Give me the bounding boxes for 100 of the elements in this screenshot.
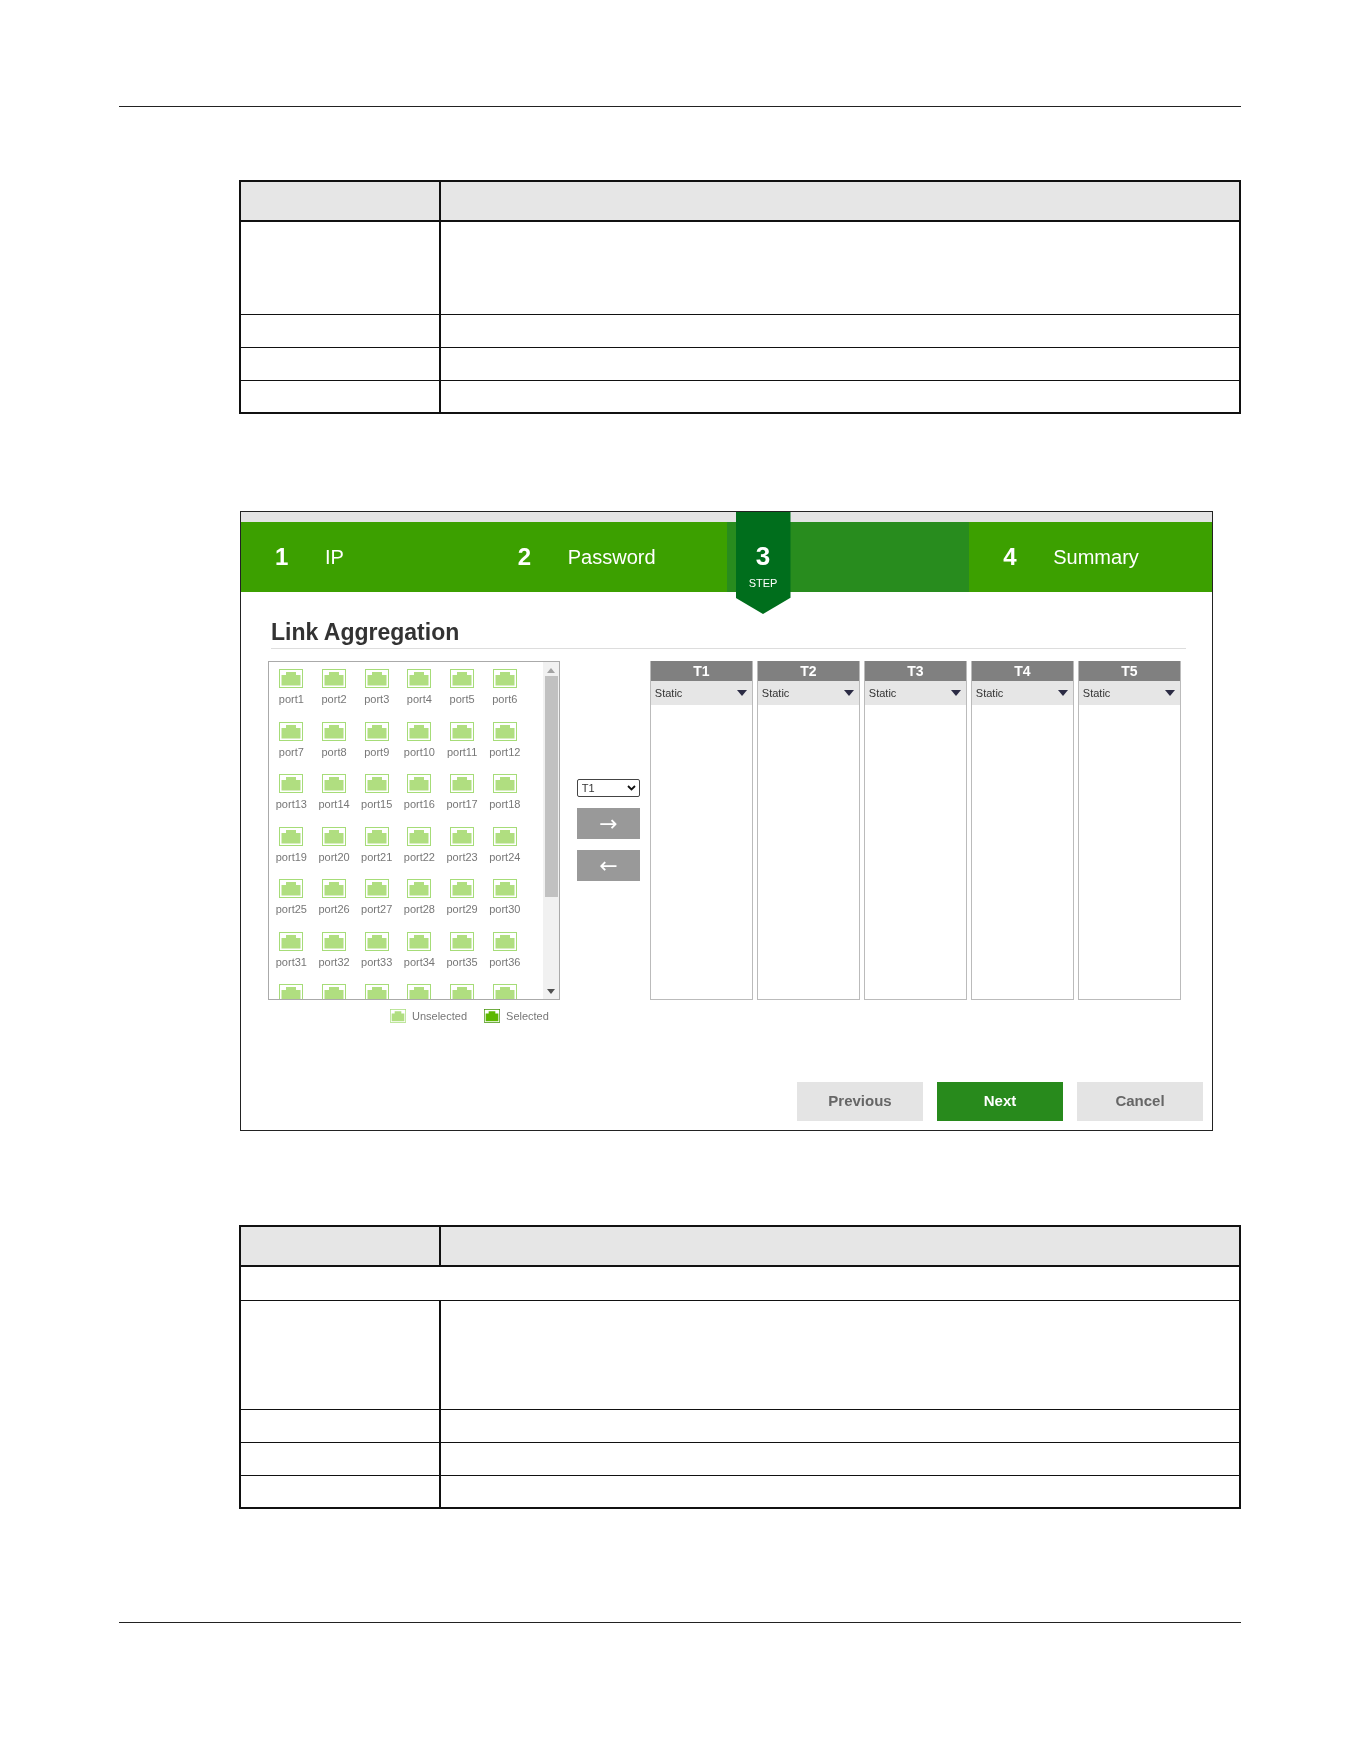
port-icon	[279, 879, 304, 898]
port-icon	[407, 984, 432, 999]
trunk-select[interactable]: T1	[576, 779, 640, 797]
port-item[interactable]: port11	[446, 721, 478, 759]
port-icon	[492, 826, 517, 846]
port-item[interactable]: port25	[275, 879, 307, 916]
step-label: IP	[325, 545, 344, 570]
port-item[interactable]: port4	[406, 669, 432, 706]
port-item[interactable]: port7	[278, 721, 304, 759]
port-icon	[407, 721, 432, 741]
trunk-header: T4	[971, 661, 1073, 681]
port-item[interactable]: port29	[446, 879, 478, 916]
legend-label: Selected	[506, 1009, 549, 1024]
port-item[interactable]: port26	[318, 879, 350, 916]
port-icon	[450, 879, 475, 898]
previous-button[interactable]: Previous	[797, 1082, 923, 1121]
port-item[interactable]: port15	[361, 774, 393, 811]
port-icon	[407, 669, 432, 688]
port-icon	[484, 1009, 501, 1024]
step-caption: STEP	[748, 577, 778, 590]
port-item[interactable]: port10	[403, 721, 435, 759]
caret-down-icon	[1057, 690, 1068, 696]
section-title: Link Aggregation	[271, 619, 460, 645]
port-item[interactable]: port32	[318, 931, 350, 969]
port-item[interactable]: port21	[361, 826, 393, 864]
port-item[interactable]: port9	[364, 721, 390, 759]
mode-dropdown[interactable]: Static	[971, 681, 1073, 705]
scroll-down-icon[interactable]	[547, 989, 555, 994]
port-item[interactable]: port16	[403, 774, 435, 811]
port-item[interactable]: port19	[275, 826, 307, 864]
port-item[interactable]: port8	[321, 721, 347, 759]
port-item[interactable]: port1	[278, 669, 304, 706]
port-item[interactable]: port27	[361, 879, 393, 916]
trunk-header: T3	[864, 661, 966, 681]
port-icon	[364, 931, 389, 951]
chevron-down-icon	[626, 785, 636, 791]
move-right-button[interactable]: →	[576, 808, 640, 839]
port-item[interactable]: port22	[403, 826, 435, 864]
port-icon	[364, 826, 389, 846]
trunk-header: T5	[1078, 661, 1180, 681]
port-item[interactable]: port14	[318, 774, 350, 811]
port-icon	[450, 721, 475, 741]
port-icon	[492, 669, 517, 688]
port-icon	[279, 931, 304, 951]
port-item[interactable]: port35	[446, 931, 478, 969]
mode-dropdown[interactable]: Static	[650, 681, 752, 705]
port-icon	[279, 721, 304, 741]
port-icon	[450, 669, 475, 688]
port-icon	[450, 984, 475, 999]
port-item[interactable]: port20	[318, 826, 350, 864]
port-icon	[364, 879, 389, 898]
port-item[interactable]: port17	[446, 774, 478, 811]
port-icon	[492, 879, 517, 898]
port-icon	[492, 721, 517, 741]
port-icon	[450, 774, 475, 793]
mode-dropdown[interactable]: Static	[1078, 681, 1180, 705]
port-item[interactable]: port34	[403, 931, 435, 969]
port-item[interactable]: port23	[446, 826, 478, 864]
port-item[interactable]: port33	[361, 931, 393, 969]
port-icon	[279, 984, 304, 999]
port-icon	[492, 984, 517, 999]
port-icon	[364, 774, 389, 793]
step-number: 4	[1003, 542, 1018, 572]
trunk-header: T1	[650, 661, 752, 681]
scrollbar-track[interactable]	[543, 662, 559, 999]
port-item[interactable]: port18	[489, 774, 521, 811]
port-item[interactable]: port28	[403, 879, 435, 916]
port-item[interactable]: port12	[489, 721, 521, 759]
port-icon	[407, 879, 432, 898]
caret-down-icon	[950, 690, 961, 696]
port-item[interactable]: port24	[489, 826, 521, 864]
trunk-header: T2	[757, 661, 859, 681]
step-number: 1	[275, 542, 290, 572]
port-icon	[279, 774, 304, 793]
caret-down-icon	[843, 690, 854, 696]
port-item[interactable]: port6	[492, 669, 518, 706]
move-left-button[interactable]: ←	[576, 850, 640, 881]
port-item[interactable]: port3	[364, 669, 390, 706]
step-number: 2	[517, 542, 533, 572]
port-icon	[364, 669, 389, 688]
next-button[interactable]: Next	[937, 1082, 1063, 1121]
cancel-button[interactable]: Cancel	[1077, 1082, 1203, 1121]
port-icon	[322, 669, 346, 688]
port-icon	[322, 721, 346, 741]
port-icon	[322, 984, 347, 999]
scrollbar-thumb[interactable]	[544, 676, 558, 897]
port-item[interactable]: port31	[275, 931, 307, 969]
port-icon	[407, 931, 432, 951]
port-item[interactable]: port5	[449, 669, 475, 706]
port-item[interactable]: port13	[275, 774, 307, 811]
mode-dropdown[interactable]: Static	[864, 681, 966, 705]
port-icon	[322, 879, 346, 898]
port-icon	[279, 826, 304, 846]
port-item[interactable]: port30	[489, 879, 521, 916]
port-item[interactable]: port2	[321, 669, 347, 706]
mode-dropdown[interactable]: Static	[757, 681, 859, 705]
port-icon	[364, 984, 389, 999]
scroll-up-icon[interactable]	[547, 668, 555, 673]
port-icon	[322, 931, 346, 951]
port-item[interactable]: port36	[489, 931, 521, 969]
